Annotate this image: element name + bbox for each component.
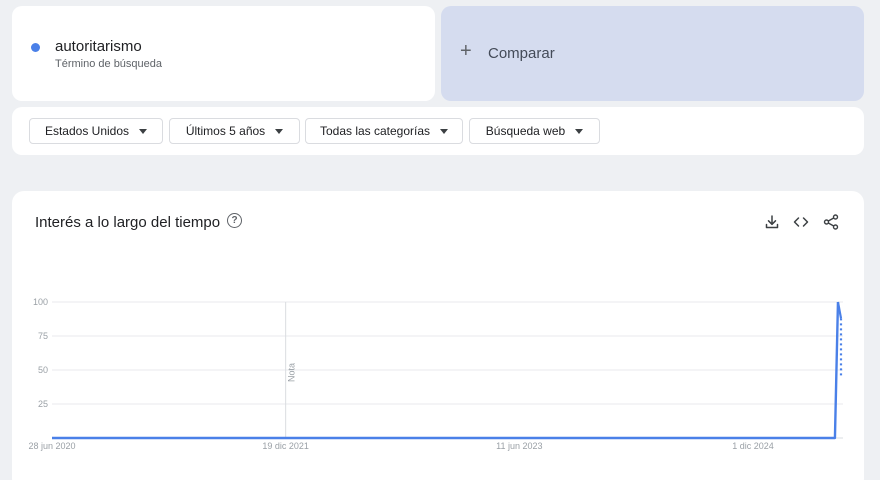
filter-time-label: Últimos 5 años	[185, 124, 266, 138]
y-tick-label: 50	[38, 365, 48, 375]
search-term-subtitle: Término de búsqueda	[55, 58, 163, 70]
filter-region-dropdown[interactable]: Estados Unidos	[29, 118, 163, 144]
filter-search-type-label: Búsqueda web	[485, 124, 566, 138]
y-tick-label: 25	[38, 399, 48, 409]
x-tick-label: 19 dic 2021	[262, 441, 309, 451]
search-term-name[interactable]: autoritarismo	[55, 38, 142, 55]
caret-down-icon	[139, 128, 148, 134]
y-tick-label: 75	[38, 331, 48, 341]
caret-down-icon	[275, 128, 284, 134]
x-tick-label: 1 dic 2024	[732, 441, 774, 451]
interest-over-time-panel: Interés a lo largo del tiempo ? 100 75 50 2…	[12, 191, 864, 480]
caret-down-icon	[440, 128, 449, 134]
plus-icon: +	[460, 40, 472, 62]
x-tick-label: 11 jun 2023	[496, 441, 542, 451]
filter-category-label: Todas las categorías	[319, 124, 431, 138]
interest-line-chart: 100 75 50 25 28 jun 2020 19 dic 2021 11 jun 20…	[28, 297, 843, 451]
filter-time-dropdown[interactable]: Últimos 5 años	[169, 118, 300, 144]
filter-search-type-dropdown[interactable]: Búsqueda web	[469, 118, 600, 144]
x-tick-label: 28 jun 2020	[28, 441, 75, 451]
filters-bar: Estados Unidos Últimos 5 años Todas las …	[12, 107, 864, 155]
compare-label: Comparar	[488, 45, 555, 62]
filter-region-label: Estados Unidos	[44, 124, 130, 138]
compare-button[interactable]: + Comparar	[441, 6, 864, 101]
y-tick-label: 100	[33, 297, 48, 307]
note-label: Nota	[287, 363, 297, 382]
caret-down-icon	[575, 128, 584, 134]
filter-category-dropdown[interactable]: Todas las categorías	[305, 118, 463, 144]
series-color-dot	[31, 43, 40, 52]
search-term-card[interactable]: autoritarismo Término de búsqueda	[12, 6, 435, 101]
